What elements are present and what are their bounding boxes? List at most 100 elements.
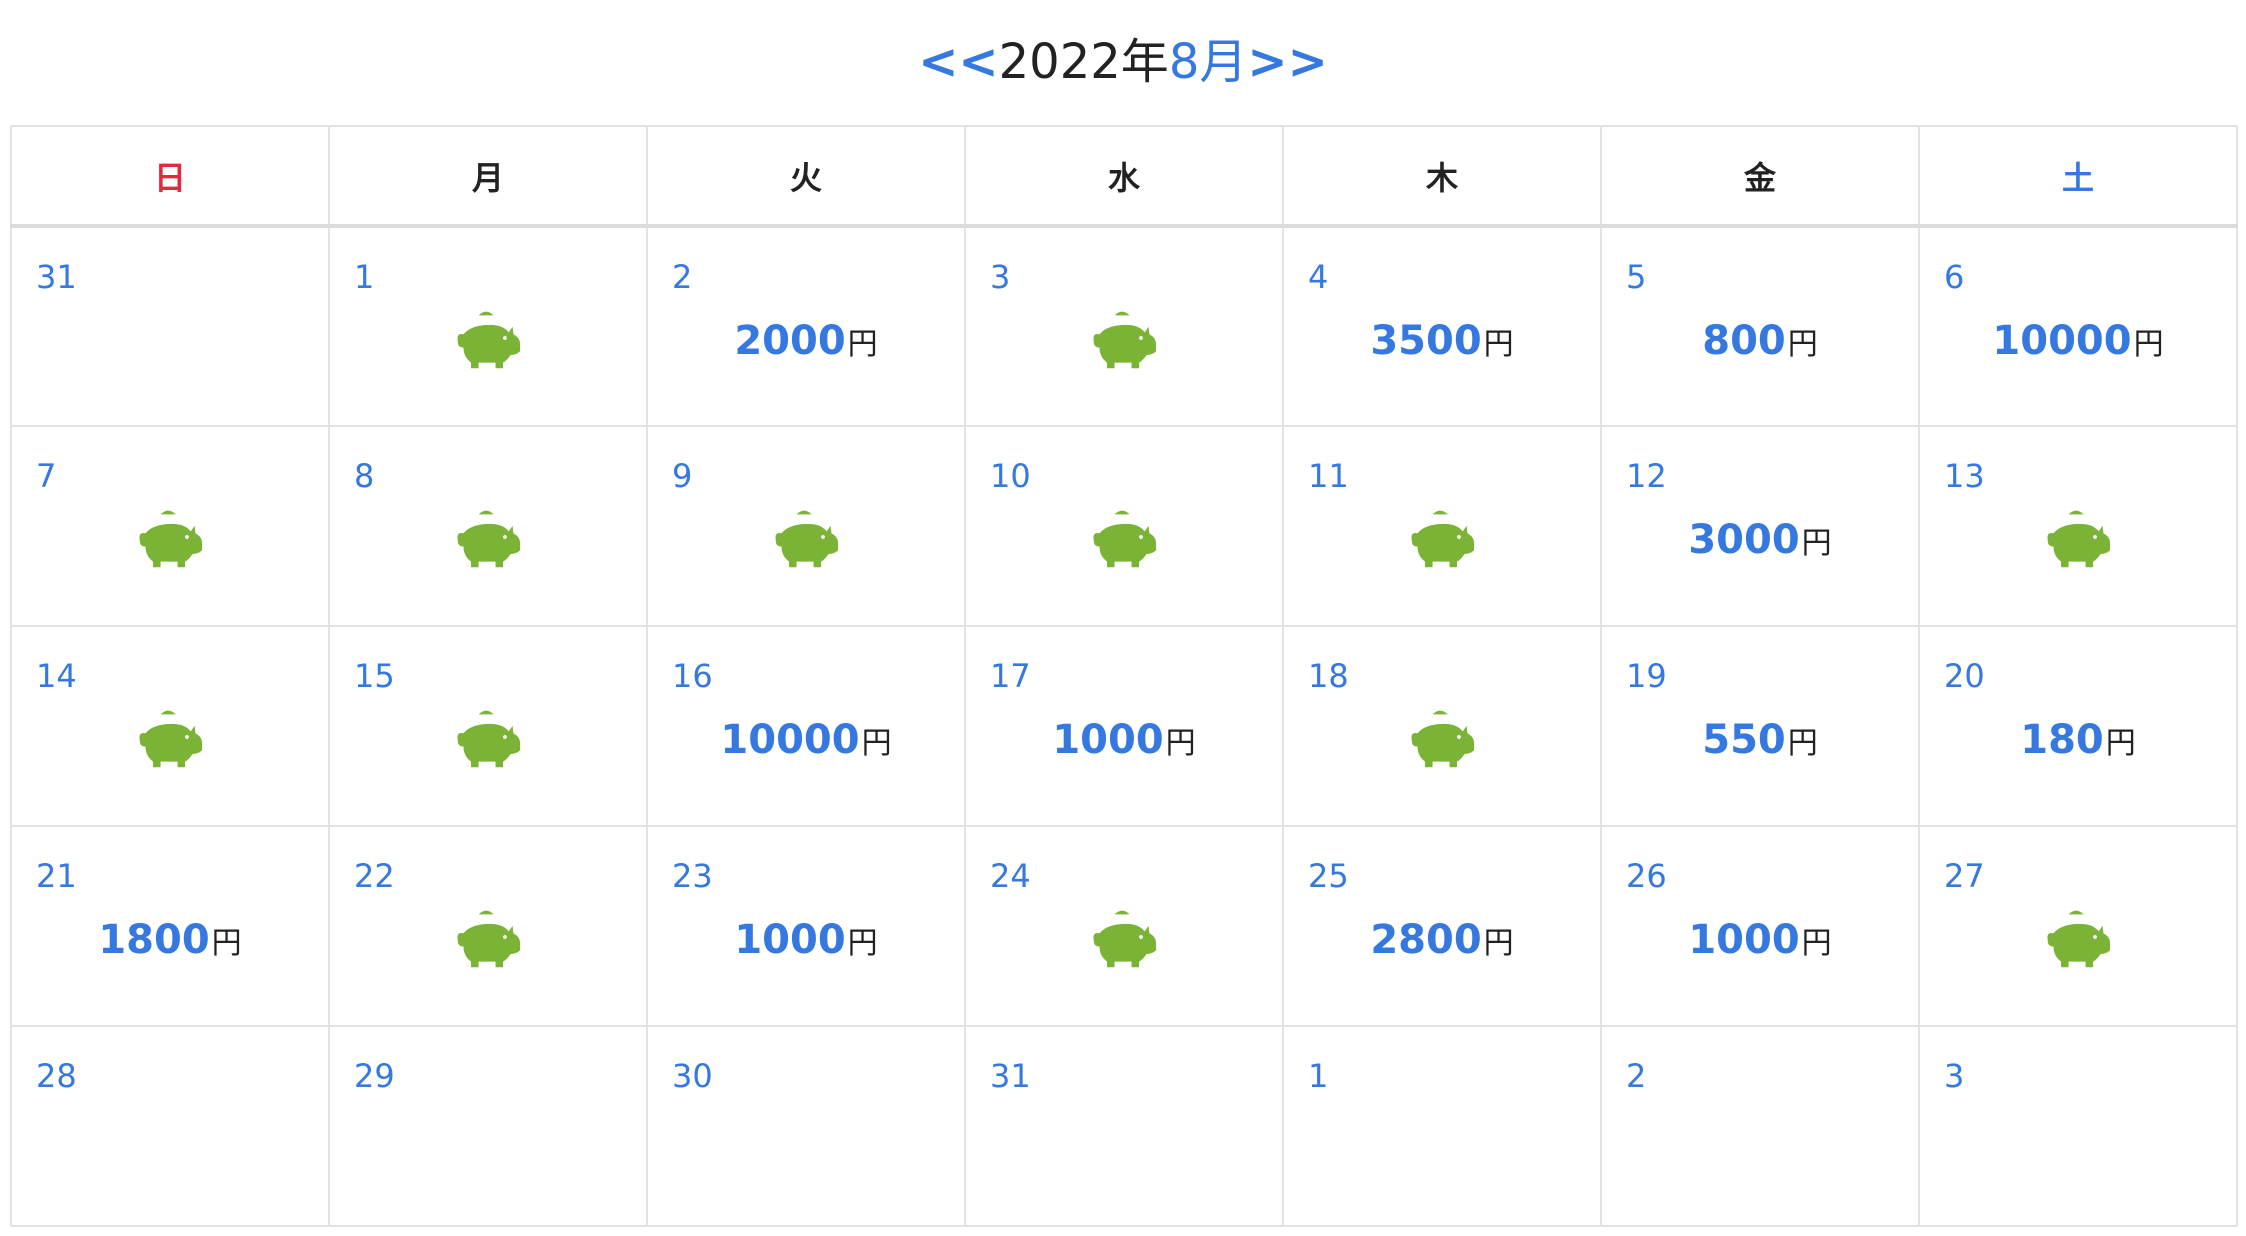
day-number[interactable]: 21 [36, 857, 77, 895]
day-number[interactable]: 2 [672, 258, 692, 296]
calendar-day-cell[interactable]: 1 [328, 225, 648, 427]
calendar-day-cell[interactable]: 6 10000円 [1918, 225, 2238, 427]
day-number[interactable]: 18 [1308, 657, 1349, 695]
day-number[interactable]: 11 [1308, 457, 1349, 495]
day-number[interactable]: 10 [990, 457, 1031, 495]
day-number[interactable]: 15 [354, 657, 395, 695]
savings-amount[interactable]: 3000円 [1602, 517, 1918, 563]
day-number[interactable]: 6 [1944, 258, 1964, 296]
piggy-bank-icon[interactable] [450, 505, 526, 571]
calendar-day-cell[interactable]: 26 1000円 [1600, 825, 1920, 1027]
day-number[interactable]: 5 [1626, 258, 1646, 296]
calendar-day-cell[interactable]: 21 1800円 [10, 825, 330, 1027]
day-number[interactable]: 20 [1944, 657, 1985, 695]
calendar-day-cell[interactable]: 11 [1282, 425, 1602, 627]
calendar-day-cell[interactable]: 12 3000円 [1600, 425, 1920, 627]
piggy-bank-icon[interactable] [132, 705, 208, 771]
day-number[interactable]: 8 [354, 457, 374, 495]
calendar-day-cell[interactable]: 23 1000円 [646, 825, 966, 1027]
day-number[interactable]: 3 [990, 258, 1010, 296]
savings-amount[interactable]: 2000円 [648, 318, 964, 364]
prev-month-link[interactable]: << [918, 34, 998, 90]
day-number[interactable]: 9 [672, 457, 692, 495]
calendar-day-cell[interactable]: 2 2000円 [646, 225, 966, 427]
day-number[interactable]: 3 [1944, 1057, 1964, 1095]
calendar-day-cell[interactable]: 15 [328, 625, 648, 827]
calendar-day-cell[interactable]: 30 [646, 1025, 966, 1227]
savings-amount[interactable]: 180円 [1920, 717, 2236, 763]
day-number[interactable]: 2 [1626, 1057, 1646, 1095]
savings-amount[interactable]: 1000円 [966, 717, 1282, 763]
day-number[interactable]: 7 [36, 457, 56, 495]
savings-amount[interactable]: 1000円 [648, 917, 964, 963]
calendar-day-cell[interactable]: 28 [10, 1025, 330, 1227]
piggy-bank-icon[interactable] [1086, 905, 1162, 971]
day-number[interactable]: 28 [36, 1057, 77, 1095]
piggy-bank-icon[interactable] [132, 505, 208, 571]
day-number[interactable]: 12 [1626, 457, 1667, 495]
day-number[interactable]: 24 [990, 857, 1031, 895]
calendar-day-cell[interactable]: 16 10000円 [646, 625, 966, 827]
day-number[interactable]: 1 [1308, 1057, 1328, 1095]
savings-amount[interactable]: 2800円 [1284, 917, 1600, 963]
calendar-day-cell[interactable]: 7 [10, 425, 330, 627]
day-number[interactable]: 17 [990, 657, 1031, 695]
calendar-day-cell[interactable]: 19 550円 [1600, 625, 1920, 827]
calendar-day-cell[interactable]: 14 [10, 625, 330, 827]
savings-amount[interactable]: 3500円 [1284, 318, 1600, 364]
day-number[interactable]: 30 [672, 1057, 713, 1095]
calendar-day-cell[interactable]: 22 [328, 825, 648, 1027]
calendar-day-cell[interactable]: 3 [964, 225, 1284, 427]
calendar-day-cell[interactable]: 13 [1918, 425, 2238, 627]
piggy-bank-icon[interactable] [1404, 705, 1480, 771]
day-number[interactable]: 25 [1308, 857, 1349, 895]
next-month-link[interactable]: >> [1247, 34, 1327, 90]
calendar-day-cell[interactable]: 18 [1282, 625, 1602, 827]
day-number[interactable]: 13 [1944, 457, 1985, 495]
calendar-day-cell[interactable]: 2 [1600, 1025, 1920, 1227]
piggy-bank-icon[interactable] [2040, 905, 2116, 971]
day-number[interactable]: 29 [354, 1057, 395, 1095]
calendar-day-cell[interactable]: 24 [964, 825, 1284, 1027]
yen-unit: 円 [1787, 327, 1818, 362]
calendar-day-cell[interactable]: 8 [328, 425, 648, 627]
savings-amount[interactable]: 10000円 [648, 717, 964, 763]
day-number[interactable]: 31 [36, 258, 77, 296]
piggy-bank-icon[interactable] [2040, 505, 2116, 571]
calendar-day-cell[interactable]: 17 1000円 [964, 625, 1284, 827]
day-number[interactable]: 26 [1626, 857, 1667, 895]
piggy-bank-icon[interactable] [1404, 505, 1480, 571]
calendar-day-cell[interactable]: 9 [646, 425, 966, 627]
calendar-day-cell[interactable]: 25 2800円 [1282, 825, 1602, 1027]
day-number[interactable]: 4 [1308, 258, 1328, 296]
savings-amount[interactable]: 1800円 [12, 917, 328, 963]
calendar-day-cell[interactable]: 3 [1918, 1025, 2238, 1227]
savings-amount[interactable]: 1000円 [1602, 917, 1918, 963]
day-number[interactable]: 1 [354, 258, 374, 296]
day-number[interactable]: 16 [672, 657, 713, 695]
savings-amount[interactable]: 550円 [1602, 717, 1918, 763]
calendar-day-cell[interactable]: 31 [964, 1025, 1284, 1227]
calendar-day-cell[interactable]: 20 180円 [1918, 625, 2238, 827]
calendar-day-cell[interactable]: 29 [328, 1025, 648, 1227]
day-number[interactable]: 27 [1944, 857, 1985, 895]
day-number[interactable]: 23 [672, 857, 713, 895]
savings-amount[interactable]: 800円 [1602, 318, 1918, 364]
calendar-day-cell[interactable]: 27 [1918, 825, 2238, 1027]
day-number[interactable]: 31 [990, 1057, 1031, 1095]
calendar-day-cell[interactable]: 5 800円 [1600, 225, 1920, 427]
calendar-day-cell[interactable]: 1 [1282, 1025, 1602, 1227]
day-number[interactable]: 19 [1626, 657, 1667, 695]
piggy-bank-icon[interactable] [768, 505, 844, 571]
day-number[interactable]: 22 [354, 857, 395, 895]
piggy-bank-icon[interactable] [450, 905, 526, 971]
piggy-bank-icon[interactable] [1086, 306, 1162, 372]
piggy-bank-icon[interactable] [450, 705, 526, 771]
piggy-bank-icon[interactable] [1086, 505, 1162, 571]
savings-amount[interactable]: 10000円 [1920, 318, 2236, 364]
day-number[interactable]: 14 [36, 657, 77, 695]
calendar-day-cell[interactable]: 31 [10, 225, 330, 427]
calendar-day-cell[interactable]: 4 3500円 [1282, 225, 1602, 427]
piggy-bank-icon[interactable] [450, 306, 526, 372]
calendar-day-cell[interactable]: 10 [964, 425, 1284, 627]
